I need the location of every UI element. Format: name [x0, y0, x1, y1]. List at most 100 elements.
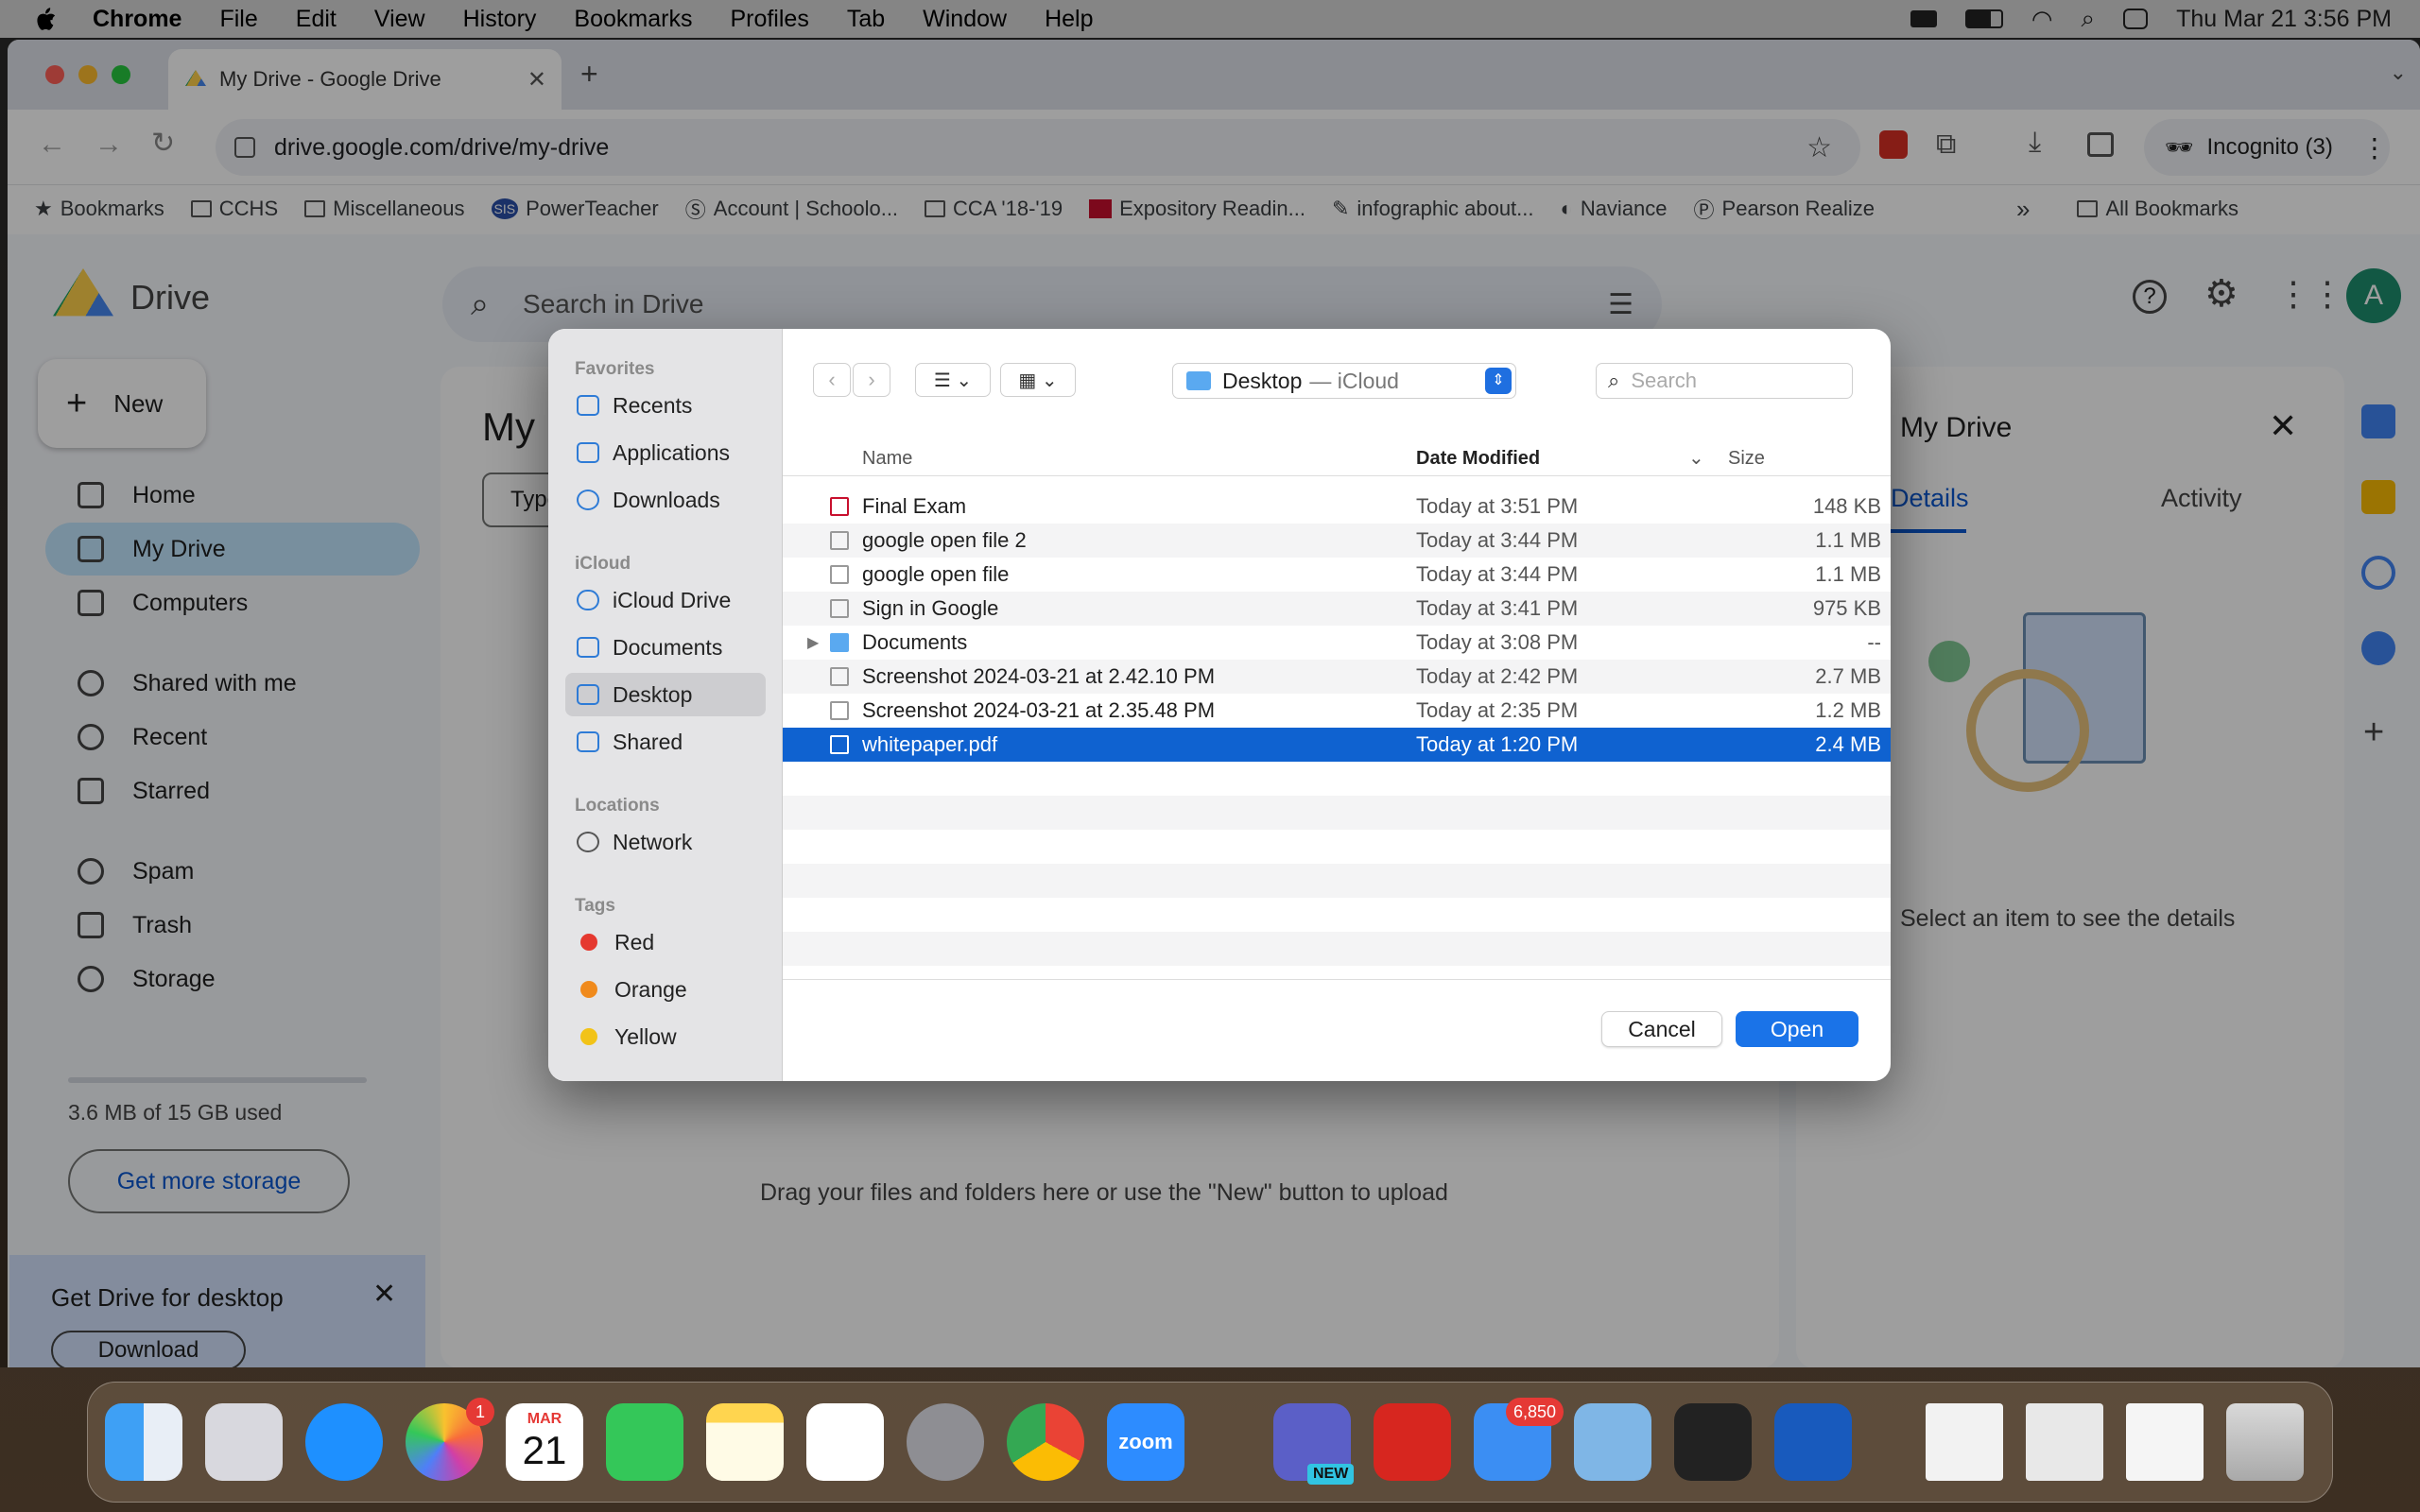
image-file-icon	[830, 565, 849, 584]
messages-icon[interactable]	[606, 1403, 683, 1481]
sidebar-label: Documents	[613, 634, 723, 660]
dialog-forward-button[interactable]: ›	[853, 363, 890, 397]
file-date: Today at 3:41 PM	[1416, 596, 1579, 620]
dialog-toolbar: ‹ › ☰ ⌄ ▦ ⌄ Desktop — iCloud ⇕ ⌕ Search	[783, 329, 1891, 440]
location-chevron-icon: ⇕	[1485, 368, 1512, 394]
tag-orange[interactable]: Orange	[565, 968, 766, 1011]
dock: 1 MAR 21 zoom NEW 6,850	[87, 1382, 2333, 1503]
section-tags: Tags	[575, 896, 615, 916]
shared-folder-icon	[577, 731, 599, 752]
sidebar-downloads[interactable]: Downloads	[565, 478, 766, 522]
trash-icon[interactable]	[2226, 1403, 2304, 1481]
calendar-day: 21	[522, 1428, 567, 1472]
dialog-search-field[interactable]: ⌕ Search	[1596, 363, 1853, 399]
column-size[interactable]: Size	[1728, 448, 1765, 470]
sidebar-applications[interactable]: Applications	[565, 431, 766, 474]
column-date-modified[interactable]: Date Modified	[1416, 448, 1540, 470]
tag-label: Yellow	[614, 1023, 677, 1049]
file-name: whitepaper.pdf	[862, 732, 998, 756]
file-date: Today at 2:35 PM	[1416, 698, 1579, 722]
file-date: Today at 1:20 PM	[1416, 732, 1579, 756]
cancel-button[interactable]: Cancel	[1601, 1011, 1722, 1047]
dialog-back-button[interactable]: ‹	[813, 363, 851, 397]
sidebar-documents[interactable]: Documents	[565, 626, 766, 669]
preview-icon[interactable]	[1574, 1403, 1651, 1481]
tag-label: Red	[614, 929, 655, 954]
pdf-file-icon	[830, 497, 849, 516]
waveform-app-icon[interactable]	[1674, 1403, 1752, 1481]
document-icon	[577, 637, 599, 658]
file-row[interactable]: Screenshot 2024-03-21 at 2.42.10 PM Today…	[783, 660, 1891, 694]
tag-label: Orange	[614, 976, 687, 1002]
launchpad-icon[interactable]	[205, 1403, 283, 1481]
file-size: 2.7 MB	[1815, 664, 1881, 688]
location-subtitle: — iCloud	[1309, 368, 1399, 393]
file-name: Sign in Google	[862, 596, 999, 620]
sidebar-label: Shared	[613, 729, 683, 754]
sidebar-desktop[interactable]: Desktop	[565, 673, 766, 716]
recents-icon	[577, 395, 599, 416]
sidebar-icloud-drive[interactable]: iCloud Drive	[565, 578, 766, 622]
file-name: Screenshot 2024-03-21 at 2.35.48 PM	[862, 698, 1216, 722]
open-button[interactable]: Open	[1736, 1011, 1858, 1047]
empty-row	[783, 864, 1891, 898]
disclosure-triangle-icon[interactable]: ▶	[807, 633, 819, 652]
dialog-search-placeholder: Search	[1631, 369, 1698, 392]
notes-icon[interactable]	[706, 1403, 784, 1481]
file-row[interactable]: google open file 2 Today at 3:44 PM 1.1 MB	[783, 524, 1891, 558]
file-size: 1.2 MB	[1815, 698, 1881, 722]
safari-icon[interactable]	[305, 1403, 383, 1481]
acrobat-icon[interactable]	[1374, 1403, 1451, 1481]
finder-icon[interactable]	[105, 1403, 182, 1481]
file-row[interactable]: Final Exam Today at 3:51 PM 148 KB	[783, 490, 1891, 524]
file-name: Documents	[862, 630, 968, 654]
pdf-file-icon	[830, 735, 849, 754]
column-header: Name Date Modified ⌄ Size	[783, 440, 1891, 476]
file-size: --	[1867, 630, 1881, 654]
file-row[interactable]: Sign in Google Today at 3:41 PM 975 KB	[783, 592, 1891, 626]
section-icloud: iCloud	[575, 554, 631, 574]
folder-row[interactable]: ▶ Documents Today at 3:08 PM --	[783, 626, 1891, 660]
file-row[interactable]: google open file Today at 3:44 PM 1.1 MB	[783, 558, 1891, 592]
file-row-selected[interactable]: whitepaper.pdf Today at 1:20 PM 2.4 MB	[783, 728, 1891, 762]
orange-tag-icon	[580, 981, 597, 998]
zoom-label: zoom	[1118, 1430, 1173, 1453]
mail-badge: 6,850	[1506, 1398, 1564, 1426]
recent-doc-thumbnail-2-icon[interactable]	[2026, 1403, 2103, 1481]
image-file-icon	[830, 701, 849, 720]
file-name: google open file	[862, 562, 1010, 586]
word-icon[interactable]	[1774, 1403, 1852, 1481]
file-date: Today at 2:42 PM	[1416, 664, 1579, 688]
file-row[interactable]: Screenshot 2024-03-21 at 2.35.48 PM Today…	[783, 694, 1891, 728]
list-view-button[interactable]: ☰ ⌄	[915, 363, 991, 397]
tag-yellow[interactable]: Yellow	[565, 1015, 766, 1058]
file-date: Today at 3:51 PM	[1416, 494, 1579, 518]
file-size: 1.1 MB	[1815, 562, 1881, 586]
globe-icon	[577, 832, 599, 852]
photos-badge: 1	[466, 1398, 494, 1426]
empty-row	[783, 932, 1891, 966]
grid-view-button[interactable]: ▦ ⌄	[1000, 363, 1076, 397]
recent-doc-thumbnail-3-icon[interactable]	[2126, 1403, 2204, 1481]
tag-red[interactable]: Red	[565, 920, 766, 964]
sidebar-shared[interactable]: Shared	[565, 720, 766, 764]
column-name[interactable]: Name	[862, 448, 912, 470]
chrome-icon[interactable]	[1007, 1403, 1084, 1481]
system-settings-icon[interactable]	[907, 1403, 984, 1481]
sidebar-label: Applications	[613, 439, 731, 465]
calendar-icon[interactable]: MAR 21	[506, 1403, 583, 1481]
freeform-icon[interactable]	[806, 1403, 884, 1481]
sidebar-recents[interactable]: Recents	[565, 384, 766, 427]
location-popup[interactable]: Desktop — iCloud ⇕	[1172, 363, 1516, 399]
zoom-icon[interactable]: zoom	[1107, 1403, 1184, 1481]
recent-doc-thumbnail-1-icon[interactable]	[1926, 1403, 2003, 1481]
calendar-month: MAR	[527, 1411, 562, 1427]
file-date: Today at 3:08 PM	[1416, 630, 1579, 654]
dialog-footer-divider	[783, 979, 1891, 980]
open-file-dialog: Favorites Recents Applications Downloads…	[548, 329, 1891, 1081]
red-tag-icon	[580, 934, 597, 951]
sidebar-network[interactable]: Network	[565, 820, 766, 864]
empty-row	[783, 796, 1891, 830]
yellow-tag-icon	[580, 1028, 597, 1045]
search-icon: ⌕	[1608, 369, 1620, 392]
